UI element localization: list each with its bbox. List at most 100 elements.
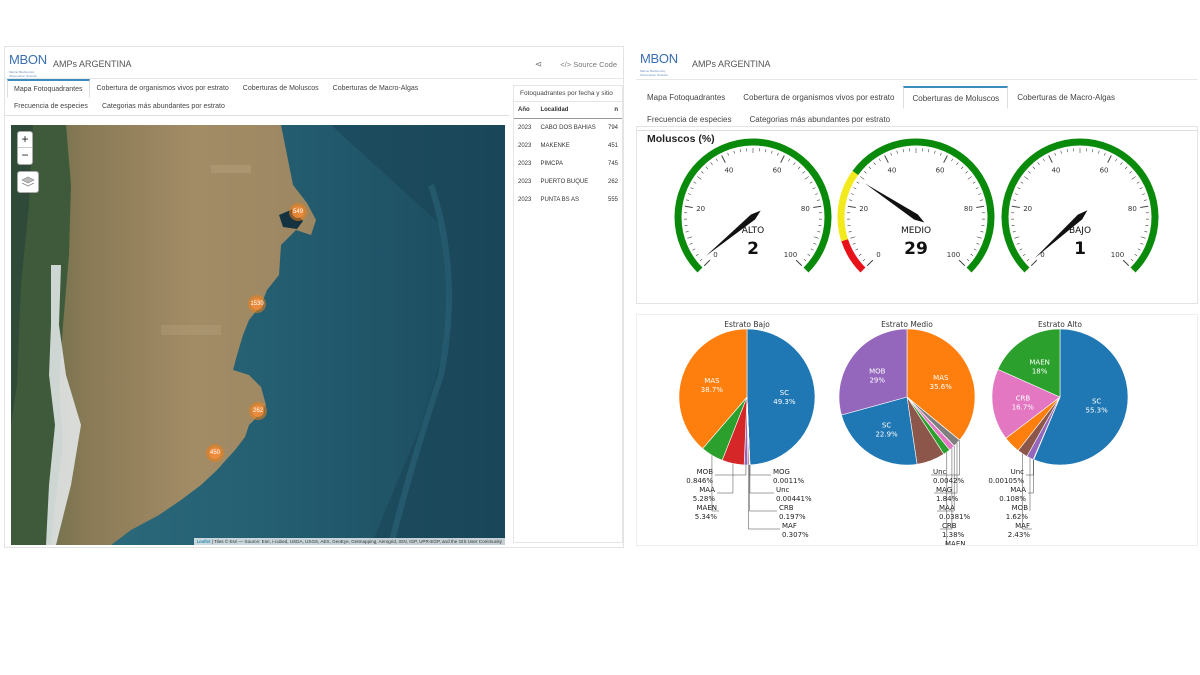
cell-localidad: PUNTA BS AS — [540, 197, 580, 203]
gauge-tick — [692, 248, 696, 251]
table-row: 2023 PIMCPA 745 — [514, 155, 622, 173]
map-view[interactable]: + − 549 1530 262 450 Leaflet | Tiles © E… — [11, 125, 505, 545]
marker-cluster[interactable]: 450 — [206, 444, 224, 462]
gauge-tick — [1107, 155, 1112, 163]
gauge-tick — [1141, 193, 1146, 195]
map-tiles — [11, 125, 505, 545]
gauge-tick — [733, 150, 735, 154]
marker-cluster[interactable]: 549 — [289, 203, 307, 221]
app-header: MBON Marine Biodiversity Observation Net… — [636, 46, 1198, 80]
layers-button[interactable] — [17, 171, 39, 193]
tab-coberturas-macro-algas[interactable]: Coberturas de Macro-Algas — [1008, 86, 1124, 108]
column-header-year[interactable]: Año — [514, 102, 537, 119]
gauge-tick — [878, 158, 881, 162]
gauge-tick — [689, 242, 693, 245]
logo-subtitle: Marine Biodiversity Observation Network — [9, 70, 38, 78]
gauge-bajo: 02040 6080100BAJO1 — [1001, 138, 1159, 273]
gauge-tick — [847, 205, 856, 208]
gauge-tick — [860, 176, 865, 180]
gauge-tick — [943, 155, 948, 163]
gauge-tick — [850, 236, 856, 239]
tab-mapa-fotoquadrantes[interactable]: Mapa Fotoquadrantes — [7, 79, 90, 98]
gauge-tick — [693, 181, 697, 184]
source-code-button[interactable]: </> Source Code — [560, 60, 617, 69]
slice-value: 1.62% — [1006, 513, 1029, 521]
gauge-tick — [864, 171, 867, 174]
gauge-tick — [1037, 162, 1040, 166]
gauge-tick — [855, 248, 859, 251]
slice-label: SC — [780, 389, 789, 397]
gauge-tick — [795, 259, 803, 267]
gauge-tick — [695, 253, 699, 257]
cell-n: 745 — [607, 161, 618, 167]
share-icon[interactable]: ⋖ — [535, 59, 543, 70]
marker-cluster[interactable]: 1530 — [248, 295, 266, 313]
gauge-tick — [814, 193, 819, 195]
moluscos-gauge-box: Moluscos (%) 0 20 40 60 80 100 ALTO 2 0 20 40 60 80 1… — [636, 126, 1198, 304]
gauge-tick — [868, 166, 872, 170]
slice-label: Unc — [776, 486, 790, 494]
gauge-tick — [1024, 176, 1029, 180]
gauge-tick — [1140, 242, 1144, 245]
gauge-tick — [765, 149, 767, 153]
slice-label: MOG — [773, 468, 790, 476]
tab-bar: Mapa Fotoquadrantes Cobertura de organis… — [5, 79, 509, 116]
gauge-tick — [771, 150, 773, 154]
gauge-tick — [1048, 155, 1053, 163]
slice-value: 0.197% — [779, 513, 806, 521]
app-title: AMPs ARGENTINA — [692, 59, 771, 69]
gauge-tick — [866, 259, 874, 267]
tab-coberturas-moluscos[interactable]: Coberturas de Moluscos — [236, 79, 326, 97]
cell-year: 2023 — [518, 179, 532, 185]
tab-bar: Mapa Fotoquadrantes Cobertura de organis… — [636, 86, 1198, 131]
slice-value: 1.84% — [936, 495, 959, 503]
gauge-tick — [701, 171, 704, 174]
gauge-tick — [890, 152, 892, 156]
gauge-tick — [721, 155, 726, 163]
gauge-tick — [1129, 171, 1132, 174]
gauge-tick-label: 60 — [1100, 166, 1109, 174]
slice-leader-line — [749, 464, 771, 476]
gauge-tick — [1137, 248, 1141, 251]
gauge-tick — [816, 199, 820, 201]
cluster-count: 262 — [252, 408, 263, 414]
pie-title: Estrato Alto — [1038, 320, 1082, 329]
gauge-tick-label: 100 — [947, 251, 960, 259]
gauge-tick — [862, 258, 866, 262]
column-header-localidad[interactable]: Localidad — [536, 102, 604, 119]
marker-cluster[interactable]: 262 — [249, 402, 267, 420]
tab-cobertura-organismos[interactable]: Cobertura de organismos vivos por estrat… — [90, 79, 236, 97]
leaflet-link[interactable]: Leaflet — [197, 539, 211, 544]
gauge-tick — [980, 231, 984, 233]
zoom-out-button[interactable]: − — [18, 148, 32, 164]
tab-coberturas-moluscos[interactable]: Coberturas de Moluscos — [903, 86, 1009, 109]
slice-value: 0.0042% — [933, 477, 964, 485]
gauge-tick — [1140, 236, 1146, 239]
header-actions: ⋖ </> Source Code — [535, 59, 617, 70]
table-header-row: Año Localidad n — [514, 102, 622, 119]
slice-value: 0.307% — [782, 531, 809, 539]
app-title: AMPs ARGENTINA — [53, 59, 132, 69]
code-icon: </> — [560, 60, 572, 69]
logo-subtitle: Marine Biodiversity Observation Network — [640, 69, 669, 77]
gauge-tick — [1028, 171, 1031, 174]
slice-value: 0.0381% — [939, 513, 970, 521]
tab-cobertura-organismos[interactable]: Cobertura de organismos vivos por estrat… — [734, 86, 903, 108]
zoom-in-button[interactable]: + — [18, 132, 32, 148]
fotoquadrantes-table-box: Fotoquadrantes por fecha y sitio Año Loc… — [513, 85, 623, 543]
tab-frecuencia-especies[interactable]: Frecuencia de especies — [7, 97, 95, 115]
map-attribution: Leaflet | Tiles © Esri — Source: Esri, i… — [193, 538, 505, 545]
slice-label: SC — [882, 421, 891, 429]
slice-value: 29% — [869, 376, 885, 384]
tab-mapa-fotoquadrantes[interactable]: Mapa Fotoquadrantes — [638, 86, 734, 108]
gauge-tick — [976, 242, 980, 245]
column-header-n[interactable]: n — [603, 102, 622, 119]
tab-coberturas-macro-algas[interactable]: Coberturas de Macro-Algas — [326, 79, 426, 97]
gauge-tick — [940, 152, 942, 156]
gauge-tick — [1014, 236, 1020, 239]
tab-categorias-abundantes[interactable]: Categorias más abundantes por estrato — [95, 97, 232, 115]
slice-value: 0.00441% — [776, 495, 812, 503]
gauge-tick — [975, 187, 979, 190]
cell-n: 262 — [607, 179, 618, 185]
gauge-needle — [865, 183, 925, 223]
